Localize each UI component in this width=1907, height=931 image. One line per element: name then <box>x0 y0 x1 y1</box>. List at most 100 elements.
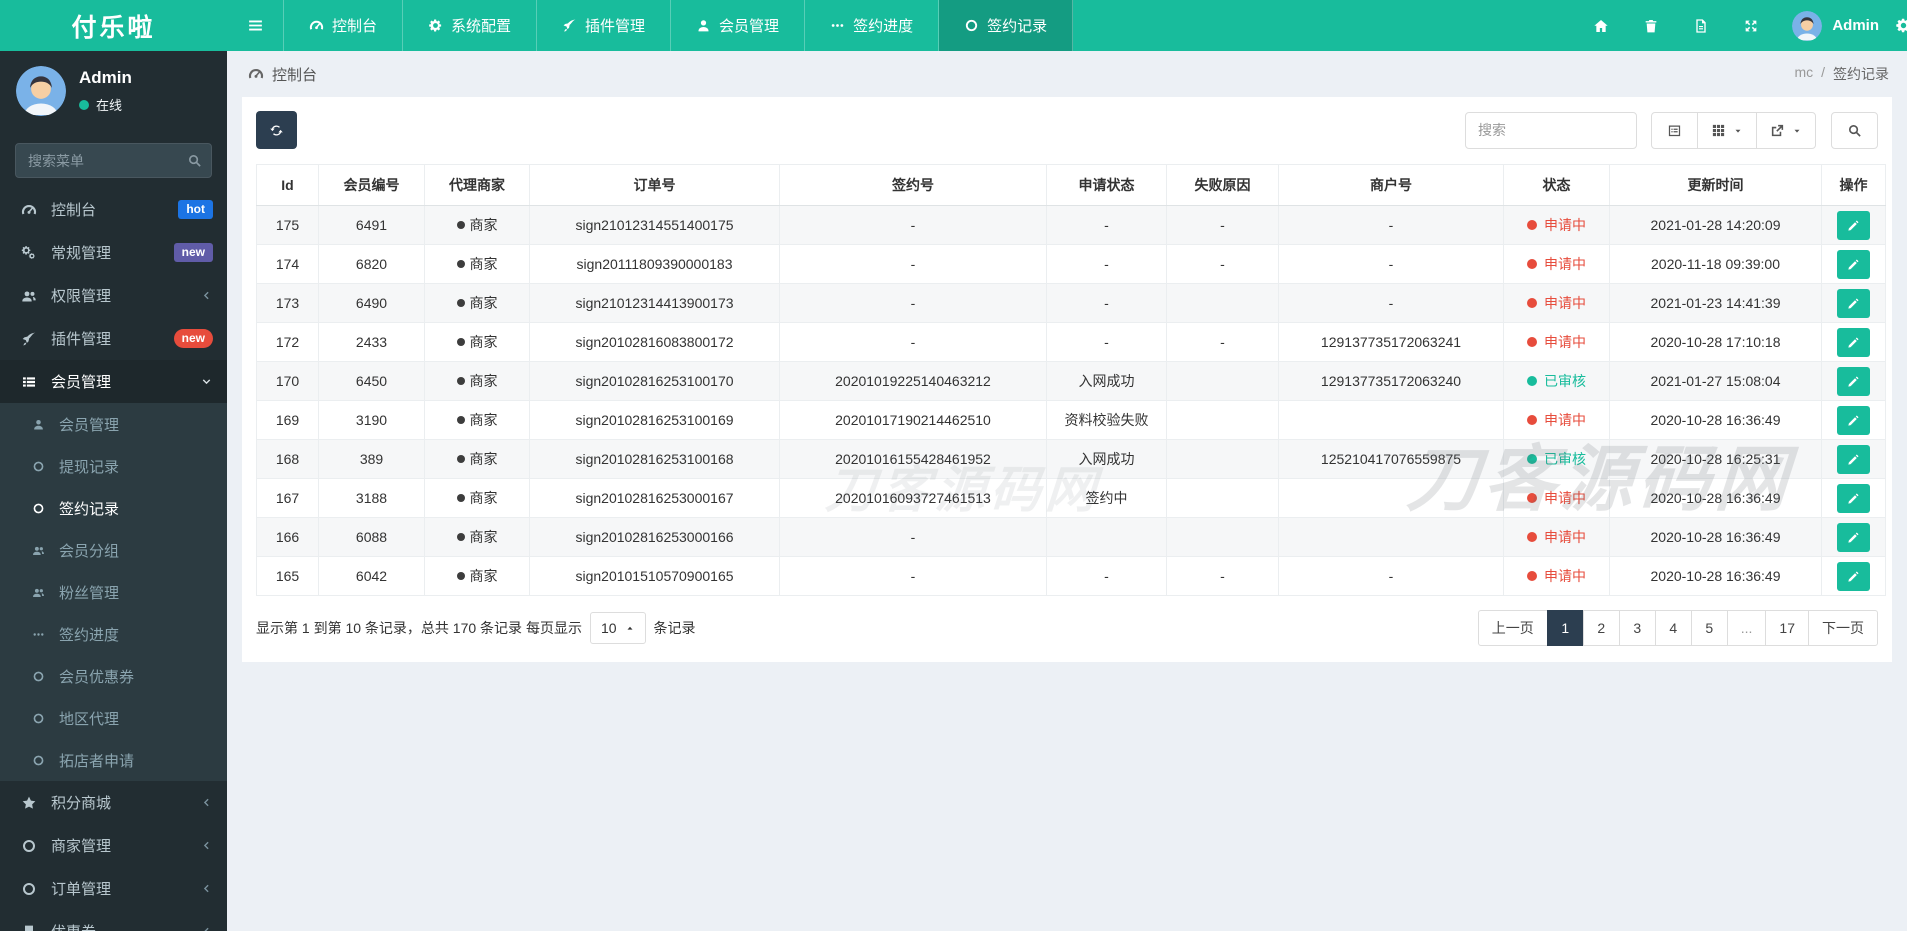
submenu-item-icon <box>32 668 54 685</box>
advanced-search-button[interactable] <box>1831 111 1878 149</box>
home-icon[interactable] <box>1576 18 1626 34</box>
agent-label: 商家 <box>469 295 498 311</box>
page-button-1[interactable]: 1 <box>1546 610 1584 646</box>
sidebar-subitem-签约进度[interactable]: 签约进度 <box>0 613 227 655</box>
toggle-pagination-button[interactable] <box>1651 111 1698 149</box>
cell-order-no: sign20102816253000166 <box>529 517 780 557</box>
page-button-上一页[interactable]: 上一页 <box>1477 610 1548 646</box>
page-button-5[interactable]: 5 <box>1690 610 1728 646</box>
topnav-tab-系统配置[interactable]: 系统配置 <box>403 0 538 51</box>
sidebar-item-link[interactable]: 优惠券 <box>0 910 227 931</box>
topnav-tab-控制台[interactable]: 控制台 <box>284 0 404 51</box>
sidebar-subitem-拓店者申请[interactable]: 拓店者申请 <box>0 739 227 781</box>
tab-icon <box>830 18 845 33</box>
sidebar-item-link[interactable]: 积分商城 <box>0 781 227 824</box>
refresh-button[interactable] <box>256 111 297 149</box>
settings-gear-icon[interactable] <box>1895 17 1907 34</box>
sidebar-subitem-会员优惠券[interactable]: 会员优惠券 <box>0 655 227 697</box>
edit-button[interactable] <box>1837 522 1870 552</box>
export-dropdown-button[interactable] <box>1756 111 1816 149</box>
edit-button[interactable] <box>1837 405 1870 435</box>
sidebar-subitem-提现记录[interactable]: 提现记录 <box>0 445 227 487</box>
topnav-tab-插件管理[interactable]: 插件管理 <box>537 0 672 51</box>
sidebar-subitem-粉丝管理[interactable]: 粉丝管理 <box>0 571 227 613</box>
app-window: 付乐啦 Admin 在线 控制台 hot 常规管理 <box>0 0 1907 931</box>
edit-button[interactable] <box>1837 249 1870 279</box>
status-badge: 申请中 <box>1527 527 1586 547</box>
column-header-失败原因: 失败原因 <box>1166 164 1279 206</box>
status-dot-icon <box>1527 298 1537 308</box>
records-table: Id 会员编号 代理商家 订单号 签约号 申请状态 失败原因 商户号 状态 更新时间 操作 175 … <box>256 164 1886 596</box>
topnav-right: Admin <box>1576 0 1907 51</box>
sidebar-item-link[interactable]: 会员管理 <box>0 360 227 403</box>
sidebar-item-label: 权限管理 <box>51 288 112 305</box>
tab-icon <box>309 18 324 33</box>
breadcrumb-home[interactable]: 控制台 <box>248 64 317 85</box>
topnav-tab-会员管理[interactable]: 会员管理 <box>671 0 806 51</box>
cell-member-no: 389 <box>318 439 425 479</box>
cell-status: 申请中 <box>1503 556 1610 596</box>
edit-button[interactable] <box>1837 288 1870 318</box>
status-dot-icon <box>1527 220 1537 230</box>
sidebar-search-input[interactable] <box>15 143 212 178</box>
edit-button[interactable] <box>1837 327 1870 357</box>
topnav-tab-label: 插件管理 <box>585 18 646 35</box>
sidebar-item-link[interactable]: 订单管理 <box>0 867 227 910</box>
sidebar-subitem-地区代理[interactable]: 地区代理 <box>0 697 227 739</box>
page-size-dropdown[interactable]: 10 <box>589 612 646 644</box>
sidebar-item-link[interactable]: 常规管理 new <box>0 231 227 274</box>
menu-item-icon <box>21 794 45 811</box>
page-button-...[interactable]: ... <box>1726 610 1767 646</box>
cell-action <box>1821 283 1886 323</box>
status-dot-icon <box>1527 454 1537 464</box>
caret-down-icon <box>1733 123 1743 138</box>
cell-order-no: sign20111809390000183 <box>529 244 780 284</box>
status-badge: 申请中 <box>1527 293 1586 313</box>
status-label: 申请中 <box>1544 568 1586 584</box>
cell-action <box>1821 517 1886 557</box>
user-menu[interactable]: Admin <box>1776 11 1895 41</box>
cell-agent: 商家 <box>424 361 530 401</box>
cell-fail-reason: - <box>1166 205 1279 245</box>
page-button-17[interactable]: 17 <box>1765 610 1809 646</box>
edit-button[interactable] <box>1837 210 1870 240</box>
columns-dropdown-button[interactable] <box>1697 111 1757 149</box>
cell-sign-no: 20201019225140463212 <box>779 361 1047 401</box>
pagination-summary: 显示第 1 到第 10 条记录，总共 170 条记录 每页显示 10 条记录 <box>256 612 696 644</box>
edit-button[interactable] <box>1837 483 1870 513</box>
sidebar: 付乐啦 Admin 在线 控制台 hot 常规管理 <box>0 0 227 931</box>
status-badge: 已审核 <box>1527 371 1586 391</box>
topnav-tab-签约进度[interactable]: 签约进度 <box>805 0 940 51</box>
sidebar-subitem-签约记录[interactable]: 签约记录 <box>0 487 227 529</box>
sidebar-item-link[interactable]: 权限管理 <box>0 274 227 317</box>
cell-fail-reason: - <box>1166 322 1279 362</box>
cell-action <box>1821 244 1886 284</box>
sidebar-toggle-button[interactable] <box>227 0 284 51</box>
edit-button[interactable] <box>1837 366 1870 396</box>
sidebar-subitem-会员管理[interactable]: 会员管理 <box>0 403 227 445</box>
cell-id: 173 <box>256 283 319 323</box>
cell-action <box>1821 556 1886 596</box>
pagination: 上一页 1 2 3 4 5... 17 下一页 <box>1477 610 1878 646</box>
fullscreen-icon[interactable] <box>1726 18 1776 34</box>
online-status-label: 在线 <box>96 98 123 113</box>
sidebar-item-link[interactable]: 插件管理 new <box>0 317 227 360</box>
page-button-4[interactable]: 4 <box>1654 610 1692 646</box>
page-button-2[interactable]: 2 <box>1582 610 1620 646</box>
edit-button[interactable] <box>1837 561 1870 591</box>
cell-status: 已审核 <box>1503 361 1610 401</box>
sidebar-item-link[interactable]: 商家管理 <box>0 824 227 867</box>
trash-icon[interactable] <box>1626 18 1676 34</box>
log-icon[interactable] <box>1676 18 1726 34</box>
cell-action <box>1821 478 1886 518</box>
sidebar-item-link[interactable]: 控制台 hot <box>0 188 227 231</box>
page-button-3[interactable]: 3 <box>1618 610 1656 646</box>
cell-status: 申请中 <box>1503 322 1610 362</box>
topnav-tab-签约记录[interactable]: 签约记录 <box>939 0 1074 51</box>
sidebar-subitem-会员分组[interactable]: 会员分组 <box>0 529 227 571</box>
cell-fail-reason <box>1166 478 1279 518</box>
edit-button[interactable] <box>1837 444 1870 474</box>
table-search-input[interactable] <box>1465 111 1637 149</box>
page-button-下一页[interactable]: 下一页 <box>1808 610 1878 646</box>
menu-item-icon <box>21 244 45 261</box>
